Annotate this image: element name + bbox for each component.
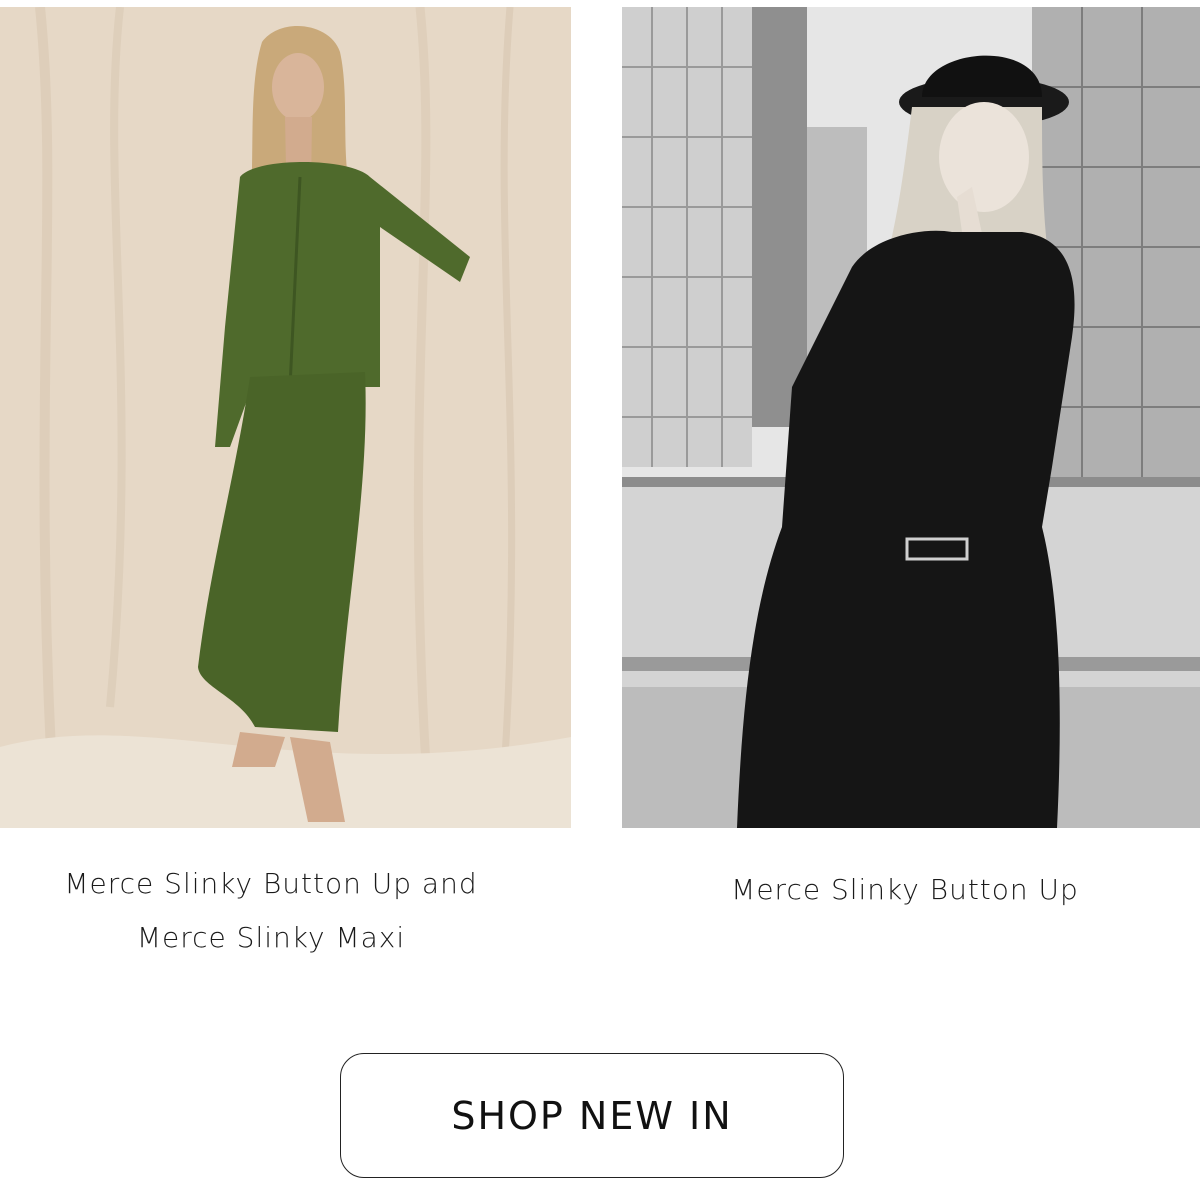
caption-line: Merce Slinky Maxi [136,921,406,954]
model-in-black-outfit-image [622,7,1200,828]
product-photo-green-outfit[interactable] [0,7,571,828]
product-caption-black-outfit: Merce Slinky Button Up [622,863,1188,917]
caption-line: Merce Slinky Button Up and [64,867,478,900]
caption-line: Merce Slinky Button Up [731,873,1079,906]
product-caption-green-outfit: Merce Slinky Button Up and Merce Slinky … [0,857,542,965]
new-in-email-section: Merce Slinky Button Up and Merce Slinky … [0,0,1200,1189]
shop-new-in-button[interactable]: SHOP NEW IN [340,1053,844,1178]
product-photo-black-outfit[interactable] [622,7,1200,828]
model-in-green-outfit-image [0,7,571,828]
